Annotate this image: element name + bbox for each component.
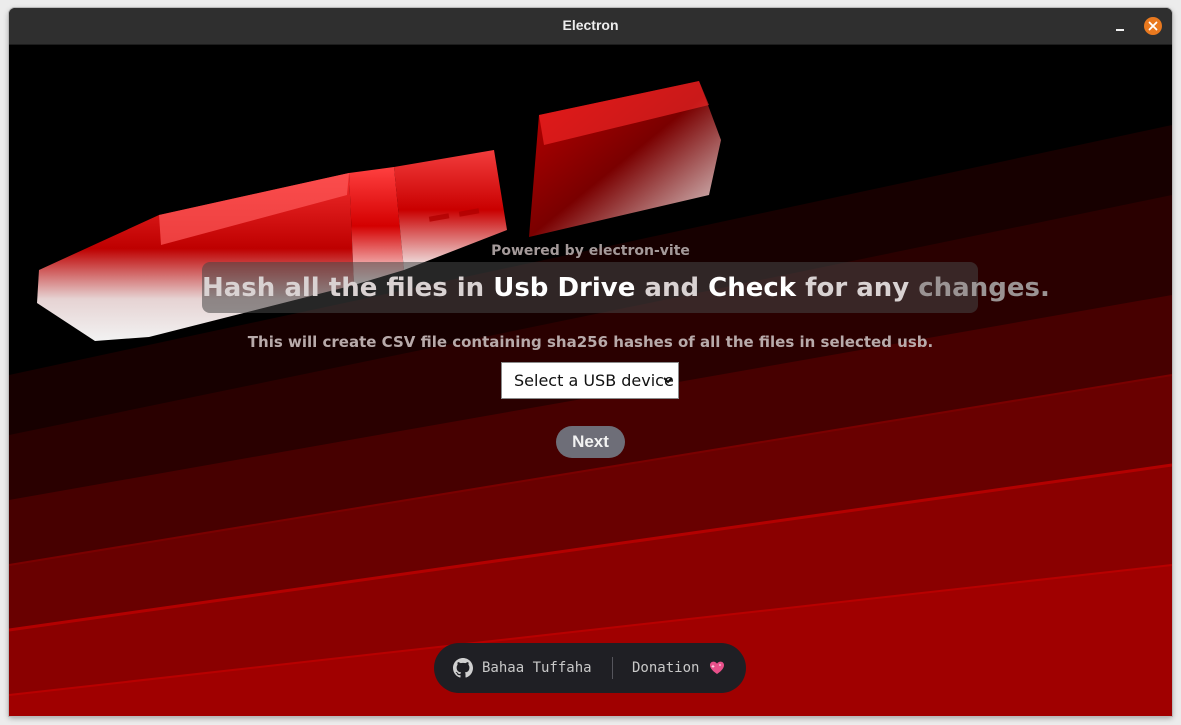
main-content: Powered by electron-vite Hash all the fi… xyxy=(9,45,1172,716)
headline-part-5: for any xyxy=(796,273,919,303)
powered-by-text: Powered by electron-vite xyxy=(491,243,690,259)
donation-link[interactable]: Donation xyxy=(632,643,725,693)
usb-device-select[interactable]: Select a USB device xyxy=(501,362,679,399)
headline-part-3: and xyxy=(635,273,709,303)
github-icon xyxy=(453,658,473,678)
headline-part-2: Usb Drive xyxy=(493,273,636,303)
footer-divider xyxy=(612,657,613,679)
title-bar[interactable]: Electron xyxy=(9,8,1172,45)
window-title: Electron xyxy=(562,17,619,33)
headline-part-4: Check xyxy=(708,273,797,303)
headline-part-1: Hash all the files in xyxy=(202,273,494,303)
github-link[interactable]: Bahaa Tuffaha xyxy=(453,643,592,693)
github-link-label: Bahaa Tuffaha xyxy=(482,660,592,676)
page-subtitle: This will create CSV file containing sha… xyxy=(247,333,934,351)
next-button[interactable]: Next xyxy=(556,426,625,458)
minimize-button[interactable] xyxy=(1111,16,1131,36)
app-window: Electron Powered by electron-vite Hash a… xyxy=(9,8,1172,716)
donation-link-label: Donation xyxy=(632,660,700,676)
sparkling-heart-icon xyxy=(710,661,725,674)
usb-device-select-value: Select a USB device xyxy=(514,371,674,390)
chevron-down-icon xyxy=(663,377,673,384)
close-icon xyxy=(1148,21,1158,31)
page-headline: Hash all the files in Usb Drive and Chec… xyxy=(202,262,1050,313)
footer-bar: Bahaa Tuffaha Donation xyxy=(434,643,746,693)
headline-part-6: changes. xyxy=(918,273,1050,303)
close-button[interactable] xyxy=(1144,17,1162,35)
